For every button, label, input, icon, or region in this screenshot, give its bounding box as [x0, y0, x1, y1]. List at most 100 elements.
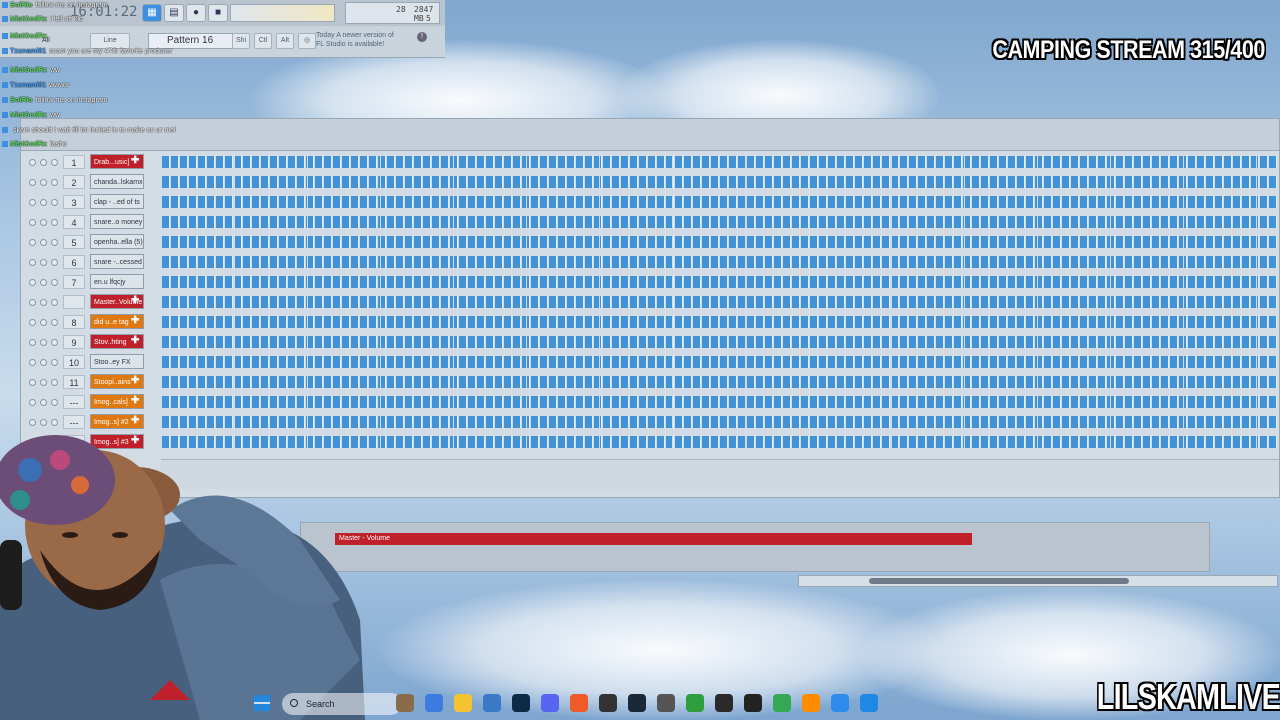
pan-knob-icon[interactable] [40, 259, 47, 266]
channel-row[interactable]: 8 did u..e tag ✚ [20, 314, 1278, 330]
step-sequencer[interactable] [162, 416, 1278, 428]
pan-knob-icon[interactable] [40, 379, 47, 386]
4k-icon[interactable] [715, 694, 733, 712]
pan-knob-icon[interactable] [40, 219, 47, 226]
mixer-track-number[interactable]: 2 [63, 175, 85, 189]
mute-led-icon[interactable] [29, 319, 36, 326]
volume-knob-icon[interactable] [51, 379, 58, 386]
chrome-icon[interactable] [425, 694, 443, 712]
shift-button[interactable]: Shi [232, 33, 250, 49]
pan-knob-icon[interactable] [40, 199, 47, 206]
volume-knob-icon[interactable] [51, 239, 58, 246]
channel-row[interactable]: 4 snare..o money [20, 214, 1278, 230]
mute-led-icon[interactable] [29, 199, 36, 206]
taskbar-search[interactable]: Search [282, 693, 402, 715]
mute-led-icon[interactable] [29, 179, 36, 186]
mute-led-icon[interactable] [29, 159, 36, 166]
channel-row[interactable]: 7 en.u lfqcjy [20, 274, 1278, 290]
windows-start-icon[interactable] [254, 695, 270, 711]
store-icon[interactable] [483, 694, 501, 712]
volume-knob-icon[interactable] [51, 419, 58, 426]
pan-knob-icon[interactable] [40, 299, 47, 306]
step-sequencer[interactable] [162, 356, 1278, 368]
step-sequencer[interactable] [162, 396, 1278, 408]
mute-led-icon[interactable] [29, 399, 36, 406]
mixer-track-number[interactable]: 5 [63, 235, 85, 249]
step-sequencer[interactable] [162, 316, 1278, 328]
channel-name-button[interactable]: openha..ella (5) [90, 234, 144, 249]
mixer-track-number[interactable]: 3 [63, 195, 85, 209]
notepad-icon[interactable] [860, 694, 878, 712]
mute-led-icon[interactable] [29, 339, 36, 346]
xbox-icon[interactable] [686, 694, 704, 712]
mixer-track-number[interactable]: 7 [63, 275, 85, 289]
scroll-thumb[interactable] [869, 578, 1129, 584]
mode-select[interactable]: Line [90, 33, 130, 49]
obs-icon[interactable] [599, 694, 617, 712]
channel-name-button[interactable]: Stoo..ey FX [90, 354, 144, 369]
mixer-track-number[interactable]: 1 [63, 155, 85, 169]
channel-row[interactable]: --- Imog..cals] ✚ [20, 394, 1278, 410]
news-info-icon[interactable]: ! [417, 32, 427, 42]
volume-knob-icon[interactable] [51, 399, 58, 406]
stop-button[interactable]: ■ [208, 4, 228, 22]
mute-led-icon[interactable] [29, 379, 36, 386]
steam-icon[interactable] [628, 694, 646, 712]
volume-knob-icon[interactable] [51, 339, 58, 346]
pan-knob-icon[interactable] [40, 319, 47, 326]
green-app-icon[interactable] [773, 694, 791, 712]
mixer-track-number[interactable]: 9 [63, 335, 85, 349]
folder-icon[interactable] [454, 694, 472, 712]
pan-knob-icon[interactable] [40, 419, 47, 426]
mixer-track-number[interactable]: 11 [63, 375, 85, 389]
channel-row[interactable]: 2 chanda..lskamx [20, 174, 1278, 190]
volume-knob-icon[interactable] [51, 219, 58, 226]
pattern-mode-button[interactable]: ▦ [142, 4, 162, 22]
ctrl-button[interactable]: Ctl [254, 33, 272, 49]
step-sequencer[interactable] [162, 196, 1278, 208]
volume-knob-icon[interactable] [51, 179, 58, 186]
volume-knob-icon[interactable] [51, 299, 58, 306]
channel-name-button[interactable]: snare -..cessed [90, 254, 144, 269]
channel-row[interactable]: --- Imog..s] #2 ✚ [20, 414, 1278, 430]
step-sequencer[interactable] [162, 256, 1278, 268]
step-sequencer[interactable] [162, 216, 1278, 228]
step-sequencer[interactable] [162, 336, 1278, 348]
brave-icon[interactable] [570, 694, 588, 712]
channel-row[interactable]: 6 snare -..cessed [20, 254, 1278, 270]
volume-knob-icon[interactable] [51, 259, 58, 266]
pan-knob-icon[interactable] [40, 239, 47, 246]
volume-knob-icon[interactable] [51, 359, 58, 366]
pan-knob-icon[interactable] [40, 359, 47, 366]
photoshop-icon[interactable] [512, 694, 530, 712]
pan-knob-icon[interactable] [40, 179, 47, 186]
channel-name-button[interactable]: chanda..lskamx [90, 174, 144, 189]
pan-knob-icon[interactable] [40, 339, 47, 346]
pan-knob-icon[interactable] [40, 159, 47, 166]
step-sequencer[interactable] [162, 176, 1278, 188]
automation-clip[interactable]: Master - Volume [335, 533, 972, 545]
channel-row[interactable]: 5 openha..ella (5) [20, 234, 1278, 250]
channel-name-button[interactable]: snare..o money [90, 214, 144, 229]
mixer-track-number[interactable]: 4 [63, 215, 85, 229]
mixer-track-number[interactable] [63, 295, 85, 309]
app-icon[interactable] [657, 694, 675, 712]
channel-row[interactable]: 1 Drab...usic] ✚ [20, 154, 1278, 170]
volume-knob-icon[interactable] [51, 159, 58, 166]
blue-app-icon[interactable] [831, 694, 849, 712]
playlist-scrollbar[interactable] [798, 575, 1278, 587]
volume-knob-icon[interactable] [51, 199, 58, 206]
mute-led-icon[interactable] [29, 419, 36, 426]
pattern-selector[interactable]: Pattern 16 [148, 33, 236, 49]
mixer-track-number[interactable]: --- [63, 395, 85, 409]
channel-row[interactable]: 9 Stov..hting ✚ [20, 334, 1278, 350]
mute-led-icon[interactable] [29, 359, 36, 366]
terminal-icon[interactable] [744, 694, 762, 712]
step-sequencer[interactable] [162, 236, 1278, 248]
mute-led-icon[interactable] [29, 239, 36, 246]
song-mode-button[interactable]: ▤ [164, 4, 184, 22]
step-sequencer[interactable] [162, 376, 1278, 388]
channel-row[interactable]: 11 Stoopi..ains ✚ [20, 374, 1278, 390]
volume-knob-icon[interactable] [51, 319, 58, 326]
channel-row[interactable]: 10 Stoo..ey FX [20, 354, 1278, 370]
